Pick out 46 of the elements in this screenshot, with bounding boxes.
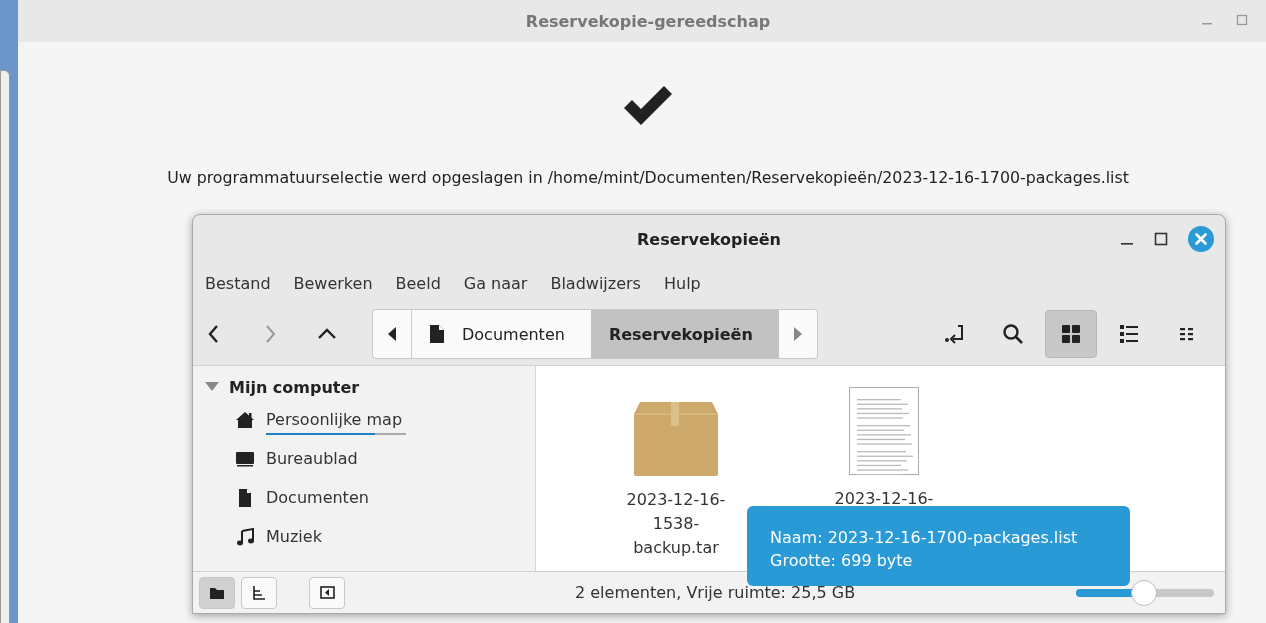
checkmark-icon [622, 86, 674, 126]
menu-item[interactable]: Bladwijzers [542, 273, 649, 293]
triangle-left-icon[interactable] [388, 327, 396, 341]
view-button[interactable] [1045, 310, 1097, 358]
window-title: Reservekopieën [637, 229, 781, 249]
file-name: 2023-12-16-1538-backup.tar [625, 489, 727, 559]
tooltip-text: Naam: 2023-12-16-1700-packages.list [770, 527, 1079, 549]
triangle-down-icon[interactable] [205, 382, 219, 392]
triangle-right-icon[interactable] [793, 327, 802, 341]
close-icon[interactable] [1188, 226, 1214, 252]
file-item[interactable]: 2023-12-16- [789, 366, 979, 511]
file-name: 2023-12-16- [833, 488, 935, 510]
path-button[interactable]: Documenten [412, 310, 591, 358]
search-icon[interactable] [1002, 323, 1024, 345]
sidebar-item[interactable]: Muziek [193, 517, 535, 556]
document-icon[interactable] [236, 488, 254, 507]
places-button[interactable] [199, 576, 235, 609]
file-item[interactable]: 2023-12-16-1538-backup.tar [581, 366, 771, 560]
menu-item[interactable]: Ga naar [455, 273, 536, 293]
sidebar-button[interactable] [309, 576, 345, 609]
grid-icon[interactable] [1060, 323, 1082, 345]
home-icon[interactable] [236, 410, 254, 429]
monitor-icon[interactable] [236, 449, 254, 468]
document-icon [430, 325, 444, 343]
menu-item[interactable]: Bewerken [285, 273, 381, 293]
window-title: Reservekopie-gereedschap [525, 11, 771, 31]
menu-item[interactable]: Hulp [655, 273, 709, 293]
sidebar-item[interactable]: Documenten [193, 478, 535, 517]
slider-thumb[interactable] [1130, 579, 1157, 606]
list-icon[interactable] [1118, 323, 1140, 345]
menu-item[interactable]: Beeld [387, 273, 449, 293]
tree-icon[interactable] [251, 585, 267, 600]
message-text: Uw programmatuurselectie werd opgeslagen in /home/mint/Documenten/Reservekopieën/2023-12-16-1700-packages.list [167, 168, 1129, 187]
section-header[interactable]: Mijn computer [193, 374, 535, 400]
tooltip-text: Grootte: 699 byte [770, 550, 914, 572]
music-note-icon[interactable] [236, 527, 254, 546]
maximize-icon[interactable] [1154, 232, 1168, 246]
sidebar-item[interactable]: Persoonlijke map [193, 400, 535, 439]
enter-icon[interactable] [944, 323, 966, 345]
tree-button[interactable] [241, 576, 277, 609]
sidebar-toggle-icon[interactable] [319, 585, 335, 600]
status-text: 2 elementen, Vrije ruimte: 25,5 GB [575, 583, 856, 602]
path-button[interactable]: Reservekopieën [590, 310, 779, 358]
menu-item[interactable]: Bestand [197, 273, 279, 293]
sidebar-item[interactable]: Bureaublad [193, 439, 535, 478]
folder-icon[interactable] [209, 585, 225, 600]
